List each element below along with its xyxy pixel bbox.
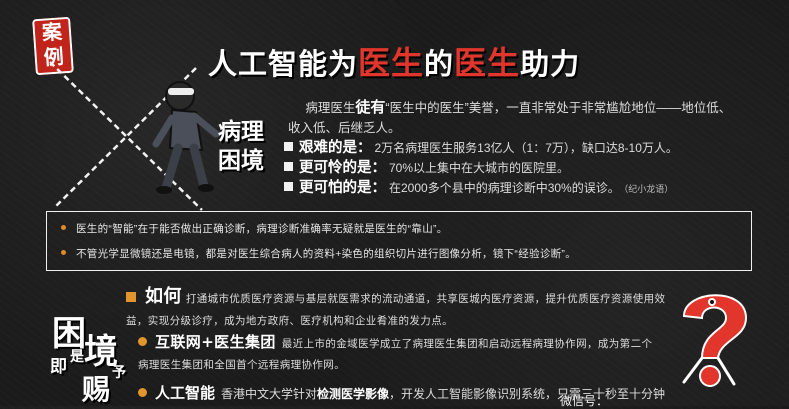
section-heading-pathology-dilemma: 病理 困境	[218, 118, 264, 176]
bullet-row: 更可怜的是： 70%以上集中在大城市的医院里。	[284, 158, 678, 178]
box-list-item: 医生的“智能”在于能否做出正确诊断，病理诊断准确率无疑就是医生的“靠山”。	[61, 221, 448, 236]
intro-paragraph: 病理医生徒有“医生中的医生”美誉，一直非常处于非常尴尬地位——地位低、收入低、后…	[288, 98, 738, 138]
question-mark-icon	[682, 294, 748, 387]
title-part5: 助力	[520, 47, 581, 81]
heading-char: 即	[50, 357, 67, 377]
heading-char: 赐	[82, 373, 111, 406]
title-part4: 医生	[454, 44, 521, 82]
orange-dot-icon	[61, 250, 66, 255]
orange-dot-icon	[61, 225, 66, 230]
orange-dot-icon	[138, 388, 147, 397]
square-bullet-icon	[284, 162, 293, 171]
dilemma-bullet-list: 艰难的是： 2万名病理医生服务13亿人（1：7万），缺口达8-10万人。 更可怜的…	[284, 138, 678, 198]
how-text: 打通城市优质医疗资源与基层就医需求的流动通道，共享医城内医疗资源，提升优质医疗资…	[126, 293, 666, 327]
bullet-key: 艰难的是：	[299, 140, 372, 156]
section-heading-line1: 病理	[218, 119, 264, 145]
bullet-text: 在2000多个县中的病理诊断中30%的误诊。	[389, 181, 620, 195]
bullet-key: 更可怜的是：	[299, 160, 386, 176]
how-paragraph: 如何 打通城市优质医疗资源与基层就医需求的流动通道，共享医城内医疗资源，提升优质医…	[126, 286, 666, 332]
wechat-watermark: 微信号：	[560, 392, 608, 409]
ai-bold: 检测医学影像	[317, 387, 390, 401]
page-title: 人工智能为医生的医生助力	[208, 38, 580, 84]
box-item-text: 不管光学显微镜还是电镜，都是对医生综合病人的资料+染色的组织切片进行图像分析，镜…	[76, 248, 577, 260]
case-tag-line1: 案	[41, 19, 63, 45]
orange-dot-icon	[138, 337, 147, 346]
bullet-note: （纪小龙语）	[623, 184, 674, 194]
bullet-row: 艰难的是： 2万名病理医生服务13亿人（1：7万），缺口达8-10万人。	[284, 138, 678, 158]
title-part2: 医生	[358, 44, 425, 82]
intro-pre: 病理医生	[305, 101, 356, 115]
ai-pre: 香港中文大学针对	[221, 387, 318, 401]
bullet-text: 70%以上集中在大城市的医院里。	[389, 161, 570, 175]
internet-heading: 互联网+医生集团	[155, 333, 276, 351]
square-bullet-icon	[284, 142, 293, 151]
title-part1: 人工智能为	[208, 47, 359, 81]
key-points-box: 医生的“智能”在于能否做出正确诊断，病理诊断准确率无疑就是医生的“靠山”。 不管…	[46, 211, 752, 271]
bullet-key: 更可怕的是：	[299, 180, 386, 196]
internet-paragraph: 互联网+医生集团 最近上市的金域医学成立了病理医生集团和启动远程病理协作网，成为第…	[138, 332, 658, 376]
intro-bold: 徒有	[355, 99, 386, 116]
square-bullet-icon	[284, 182, 293, 191]
section-heading-line2: 困境	[218, 148, 264, 174]
struggling-person-illustration	[152, 81, 220, 194]
bullet-row: 更可怕的是： 在2000多个县中的病理诊断中30%的误诊。 （纪小龙语）	[284, 178, 678, 198]
box-item-text: 医生的“智能”在于能否做出正确诊断，病理诊断准确率无疑就是医生的“靠山”。	[76, 223, 448, 235]
box-list-item: 不管光学显微镜还是电镜，都是对医生综合病人的资料+染色的组织切片进行图像分析，镜…	[61, 246, 576, 261]
bullet-text: 2万名病理医生服务13亿人（1：7万），缺口达8-10万人。	[374, 141, 678, 155]
how-heading: 如何	[145, 286, 182, 307]
orange-square-icon	[126, 292, 136, 302]
title-part3: 的	[424, 47, 455, 81]
heading-char: 予	[112, 365, 126, 381]
ai-heading: 人工智能	[155, 384, 216, 402]
ai-post: ，开发人工智能影像识别系统，只需三十秒至十分钟	[389, 387, 666, 401]
heading-char: 是	[70, 349, 84, 365]
